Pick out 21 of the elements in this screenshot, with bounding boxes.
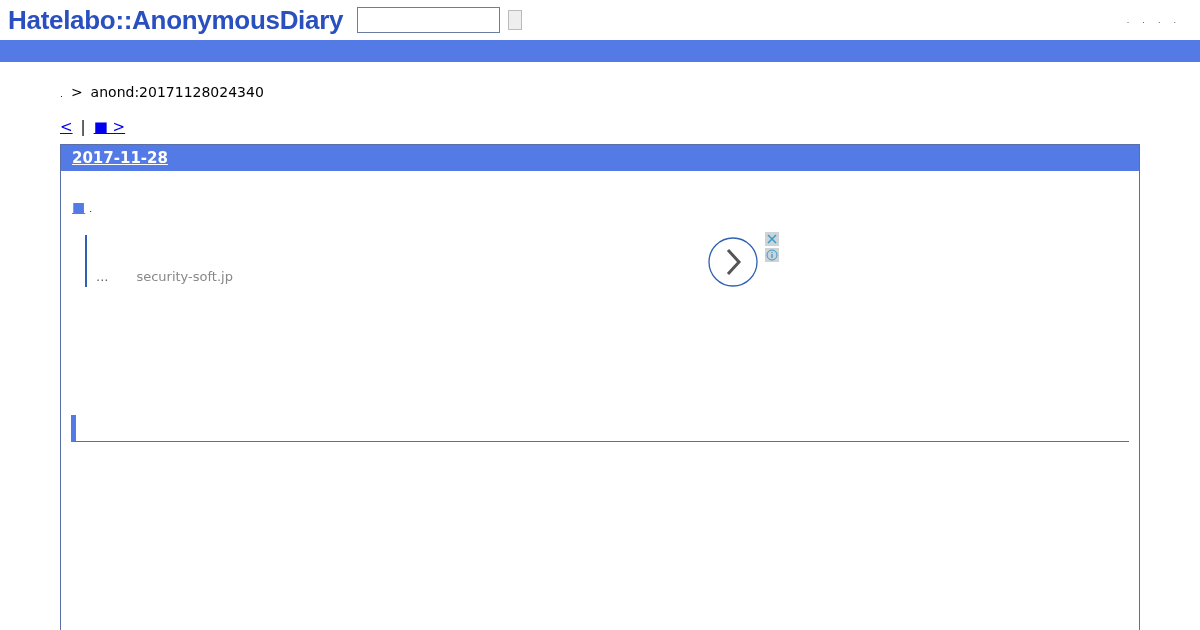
section-title: . [89, 204, 93, 214]
site-logo[interactable]: Hatelabo::AnonymousDiary [8, 4, 344, 36]
close-icon[interactable] [765, 232, 779, 246]
home-link[interactable]: . [60, 89, 63, 99]
search-button[interactable] [508, 10, 523, 30]
previous-link[interactable]: < [60, 118, 73, 136]
menu-link[interactable]: . [1157, 15, 1161, 25]
ad-domain: security-soft.jp [136, 269, 233, 284]
info-icon[interactable] [765, 248, 779, 262]
ad-block[interactable]: ... security-soft.jp [85, 235, 685, 287]
entry-id: anond:20171128024340 [90, 84, 264, 100]
breadcrumb-separator: > [70, 84, 83, 100]
pager-divider: | [80, 118, 86, 136]
menu-link[interactable]: . [1142, 15, 1145, 25]
section-link[interactable]: ■ [72, 199, 86, 215]
search-field[interactable] [357, 7, 501, 33]
menu-link[interactable]: . [1126, 15, 1130, 25]
date-link[interactable]: 2017-11-28 [72, 149, 168, 167]
ad-text: ... [96, 269, 109, 284]
menu-link[interactable]: . [1173, 15, 1176, 25]
next-link[interactable]: ■ > [93, 118, 126, 136]
